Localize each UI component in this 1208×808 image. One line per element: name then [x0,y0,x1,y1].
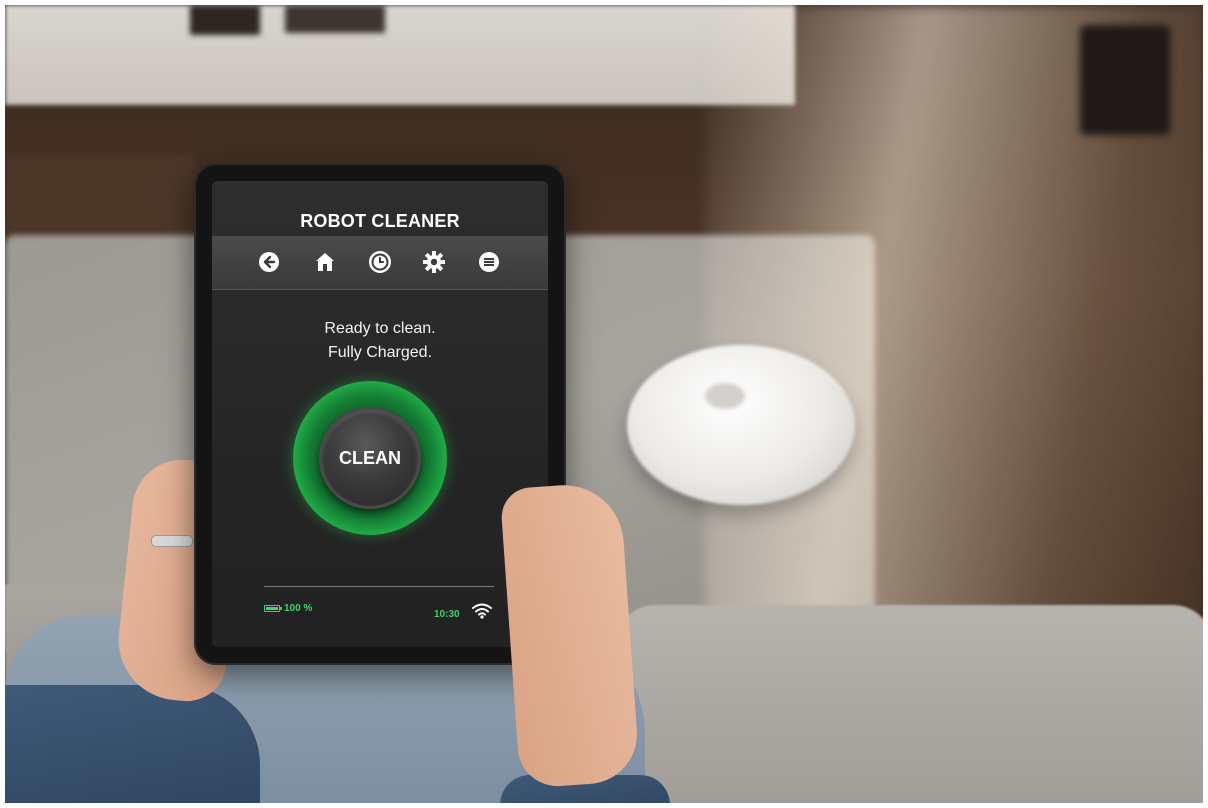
ring [151,535,193,547]
clock-icon [369,251,391,273]
home-icon [316,253,334,271]
battery-status: 100 % [264,603,312,614]
background-shelf-object [190,5,260,35]
battery-icon [264,605,282,612]
clean-button-ring: CLEAN [293,381,447,535]
time-display: 10:30 [434,609,460,620]
back-button[interactable] [256,249,282,275]
status-line-charged: Fully Charged. [327,344,433,361]
status-message: Ready to clean. Fully Charged. [212,317,548,365]
right-hand [499,481,641,789]
menu-button[interactable] [476,249,502,275]
app-title: ROBOT CLEANER [300,211,460,231]
background-shelf [5,5,795,105]
home-button[interactable] [312,249,338,275]
status-line-ready: Ready to clean. [324,320,436,337]
clean-button[interactable]: CLEAN [319,407,421,509]
schedule-button[interactable] [367,249,393,275]
menu-icon [479,252,499,272]
robot-vacuum-sensor [705,383,745,409]
background-shelf-object [285,5,385,33]
battery-level: 100 % [284,603,313,614]
footer-divider [264,586,494,587]
sofa-armrest [615,605,1203,803]
tablet-screen: ROBOT CLEANER Ready to clean. Fully Char… [212,181,548,647]
settings-button[interactable] [421,249,447,275]
person-sleeve-left [5,685,260,803]
background-chair [1080,25,1170,135]
photo-scene: ROBOT CLEANER Ready to clean. Fully Char… [5,5,1203,803]
back-icon [259,252,279,272]
wifi-icon [472,603,492,619]
app-toolbar [212,236,548,290]
robot-vacuum [627,345,855,505]
gear-icon [423,251,445,273]
